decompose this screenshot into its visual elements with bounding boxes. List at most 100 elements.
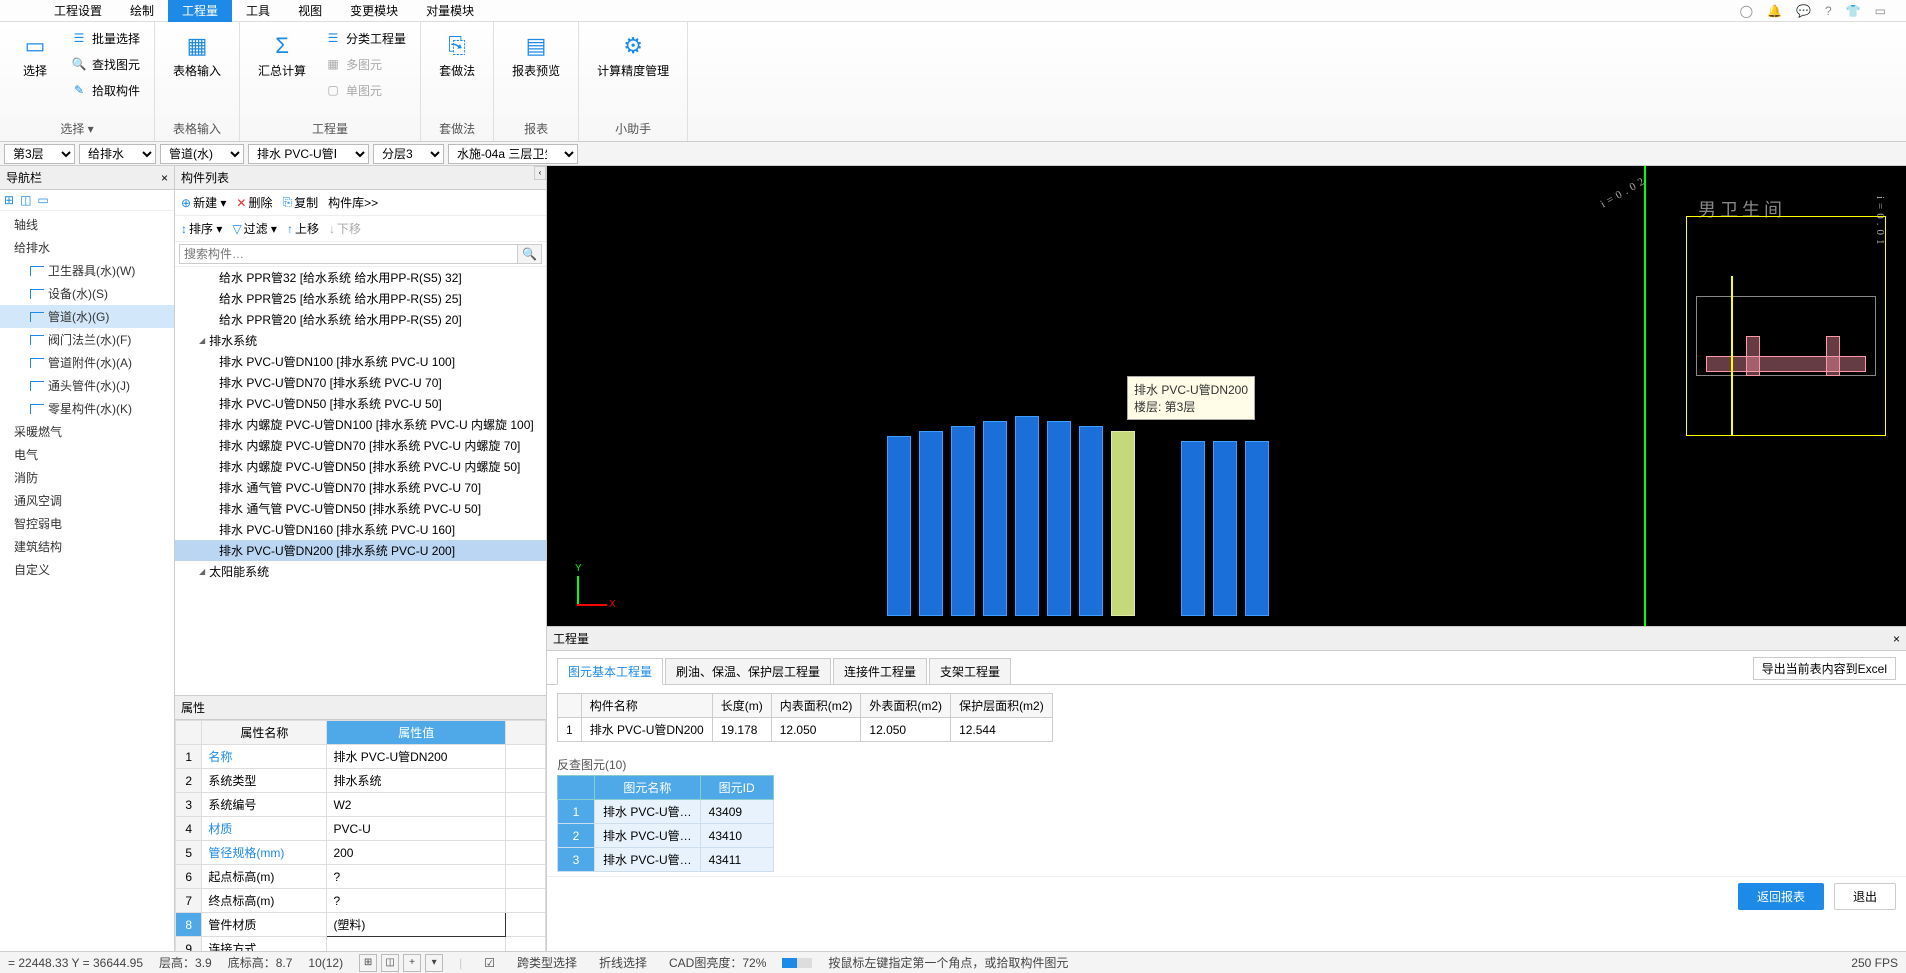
component-item[interactable]: 排水 PVC-U管DN70 [排水系统 PVC-U 70] [175, 372, 546, 393]
component-item[interactable]: 排水 内螺旋 PVC-U管DN50 [排水系统 PVC-U 内螺旋 50] [175, 456, 546, 477]
revcheck-row[interactable]: 2 排水 PVC-U管… 43410 [558, 824, 774, 848]
pick-component-button[interactable]: ✎拾取构件 [66, 78, 144, 102]
menu-item[interactable]: 变更模块 [336, 0, 412, 22]
prop-value[interactable]: 排水 PVC-U管DN200 [327, 745, 506, 769]
search-button[interactable]: 🔍 [518, 244, 542, 264]
menu-item[interactable]: 绘制 [116, 0, 168, 22]
delete-button[interactable]: ✕删除 [236, 194, 272, 211]
unknown-icon[interactable]: ⊞ [4, 193, 14, 207]
batch-select-button[interactable]: ☰批量选择 [66, 26, 144, 50]
precision-mgmt-button[interactable]: ⚙ 计算精度管理 [589, 26, 677, 85]
qty-row[interactable]: 1 排水 PVC-U管DN200 19.178 12.050 12.050 12… [558, 718, 1053, 742]
pipe-element[interactable] [887, 436, 911, 616]
property-row[interactable]: 3 系统编号 W2 [176, 793, 546, 817]
export-excel-button[interactable]: 导出当前表内容到Excel [1753, 657, 1896, 680]
major-select[interactable]: 给排水 [79, 144, 156, 164]
qty-tab[interactable]: 图元基本工程量 [557, 658, 663, 685]
nav-category[interactable]: 建筑结构 [0, 535, 174, 558]
component-type-select[interactable]: 管道(水) [160, 144, 244, 164]
nav-category[interactable]: 给排水 [0, 236, 174, 259]
filter-button[interactable]: ▽过滤 ▾ [232, 220, 277, 237]
pipe-element[interactable] [1015, 416, 1039, 616]
nav-tree[interactable]: 轴线给排水卫生器具(水)(W)设备(水)(S)管道(水)(G)阀门法兰(水)(F… [0, 211, 174, 951]
property-row[interactable]: 5 管径规格(mm) 200 [176, 841, 546, 865]
window-icon[interactable]: ▭ [1875, 4, 1886, 18]
component-lib-button[interactable]: 构件库>> [328, 194, 378, 211]
pipe-element[interactable] [1181, 441, 1205, 616]
prop-value[interactable]: ? [327, 889, 506, 913]
pipe-element[interactable] [1111, 431, 1135, 616]
report-preview-button[interactable]: ▤ 报表预览 [504, 26, 568, 85]
move-down-button[interactable]: ↓下移 [329, 220, 361, 237]
component-item[interactable]: 排水 PVC-U管DN160 [排水系统 PVC-U 160] [175, 519, 546, 540]
nav-category[interactable]: 消防 [0, 466, 174, 489]
drawing-select[interactable]: 水施-04a 三层卫生间大样 [448, 144, 578, 164]
pipe-element[interactable] [1245, 441, 1269, 616]
nav-item[interactable]: 管道附件(水)(A) [0, 351, 174, 374]
pipe-element[interactable] [1047, 421, 1071, 616]
component-item[interactable]: 给水 PPR管25 [给水系统 给水用PP-R(S5) 25] [175, 288, 546, 309]
revcheck-row[interactable]: 1 排水 PVC-U管… 43409 [558, 800, 774, 824]
pipe-element[interactable] [951, 426, 975, 616]
single-element-button[interactable]: ▢单图元 [320, 78, 410, 102]
unknown-icon[interactable]: ◫ [20, 193, 31, 207]
prop-value[interactable]: ? [327, 865, 506, 889]
component-item[interactable]: 排水 PVC-U管DN100 [排水系统 PVC-U 100] [175, 351, 546, 372]
copy-button[interactable]: ⎘复制 [283, 194, 319, 211]
pipe-element[interactable] [983, 421, 1007, 616]
qty-tab[interactable]: 刷油、保温、保护层工程量 [665, 658, 831, 684]
nav-category[interactable]: 通风空调 [0, 489, 174, 512]
pipe-element[interactable] [1213, 441, 1237, 616]
component-group[interactable]: 太阳能系统 [175, 561, 546, 582]
menu-item[interactable]: 视图 [284, 0, 336, 22]
menu-item[interactable]: 工程设置 [40, 0, 116, 22]
polyline-select-button[interactable]: 折线选择 [593, 954, 653, 971]
component-item[interactable]: 排水 内螺旋 PVC-U管DN70 [排水系统 PVC-U 内螺旋 70] [175, 435, 546, 456]
property-row[interactable]: 8 管件材质 (塑料) [176, 913, 546, 937]
component-item[interactable]: 给水 PPR管32 [给水系统 给水用PP-R(S5) 32] [175, 267, 546, 288]
snap-icon[interactable]: ▾ [425, 954, 443, 972]
cross-select-toggle[interactable]: ☑ [478, 956, 501, 970]
qty-tab[interactable]: 支架工程量 [929, 658, 1011, 684]
property-row[interactable]: 7 终点标高(m) ? [176, 889, 546, 913]
component-item[interactable]: 排水 PVC-U管DN200 [排水系统 PVC-U 200] [175, 540, 546, 561]
bell-icon[interactable]: 🔔 [1767, 4, 1782, 18]
nav-category[interactable]: 智控弱电 [0, 512, 174, 535]
property-row[interactable]: 1 名称 排水 PVC-U管DN200 [176, 745, 546, 769]
property-row[interactable]: 9 连接方式 [176, 937, 546, 952]
property-row[interactable]: 4 材质 PVC-U [176, 817, 546, 841]
prop-value[interactable]: W2 [327, 793, 506, 817]
component-group[interactable]: 排水系统 [175, 330, 546, 351]
pipe-element[interactable] [919, 431, 943, 616]
component-item[interactable]: 给水 PPR管20 [给水系统 给水用PP-R(S5) 20] [175, 309, 546, 330]
drawing-viewport[interactable]: 男卫生间 i=0.02 i=0.01 排水 PVC-U管DN200 楼层: 第3… [547, 166, 1906, 626]
user-icon[interactable]: ◯ [1740, 4, 1753, 18]
nav-item[interactable]: 设备(水)(S) [0, 282, 174, 305]
nav-item[interactable]: 零星构件(水)(K) [0, 397, 174, 420]
shirt-icon[interactable]: 👕 [1846, 4, 1861, 18]
nav-item[interactable]: 通头管件(水)(J) [0, 374, 174, 397]
table-input-button[interactable]: ▦ 表格输入 [165, 26, 229, 85]
sort-button[interactable]: ↕排序 ▾ [181, 220, 222, 237]
prop-value[interactable]: (塑料) [327, 913, 506, 937]
component-item[interactable]: 排水 内螺旋 PVC-U管DN100 [排水系统 PVC-U 内螺旋 100] [175, 414, 546, 435]
sublayer-select[interactable]: 分层3 [373, 144, 444, 164]
speech-icon[interactable]: 💬 [1796, 4, 1811, 18]
menu-item[interactable]: 工程量 [168, 0, 232, 22]
property-row[interactable]: 6 起点标高(m) ? [176, 865, 546, 889]
summary-calc-button[interactable]: Σ 汇总计算 [250, 26, 314, 85]
ribbon-group-label[interactable]: 选择 ▾ [10, 118, 144, 137]
move-up-button[interactable]: ↑上移 [287, 220, 319, 237]
component-item[interactable]: 排水 PVC-U管DN50 [排水系统 PVC-U 50] [175, 393, 546, 414]
snap-icon[interactable]: + [403, 954, 421, 972]
qty-tab[interactable]: 连接件工程量 [833, 658, 927, 684]
multi-element-button[interactable]: ▦多图元 [320, 52, 410, 76]
prop-value[interactable]: PVC-U [327, 817, 506, 841]
component-tree[interactable]: 给水 PPR管32 [给水系统 给水用PP-R(S5) 32]给水 PPR管25… [175, 267, 546, 695]
component-item[interactable]: 排水 通气管 PVC-U管DN70 [排水系统 PVC-U 70] [175, 477, 546, 498]
classify-qty-button[interactable]: ☰分类工程量 [320, 26, 410, 50]
prop-value[interactable] [327, 937, 506, 952]
brightness-slider[interactable] [782, 958, 812, 968]
back-report-button[interactable]: 返回报表 [1738, 883, 1824, 910]
close-icon[interactable]: × [1893, 632, 1900, 646]
